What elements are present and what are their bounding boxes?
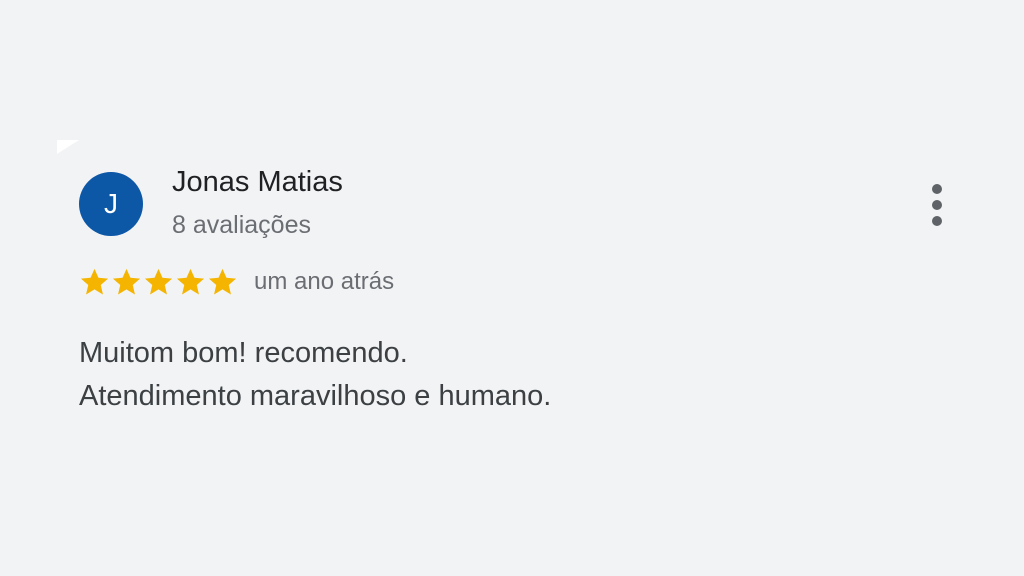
star-icon — [80, 268, 109, 295]
review-text: Muitom bom! recomendo. Atendimento marav… — [79, 332, 551, 418]
star-icon — [144, 268, 173, 295]
review-text-line: Muitom bom! recomendo. — [79, 337, 408, 369]
review-card: J Jonas Matias 8 avaliações um ano atrás… — [0, 0, 1024, 576]
review-text-line: Atendimento maravilhoso e humano. — [79, 380, 552, 412]
star-icon — [176, 268, 205, 295]
star-icon — [208, 268, 237, 295]
review-count: 8 avaliações — [172, 211, 311, 239]
menu-dot — [932, 200, 942, 210]
menu-dot — [932, 184, 942, 194]
review-date: um ano atrás — [254, 268, 395, 295]
star-rating — [79, 266, 238, 298]
reviewer-name[interactable]: Jonas Matias — [172, 166, 343, 199]
menu-dot — [932, 216, 942, 226]
more-options-button[interactable] — [920, 182, 954, 228]
star-icon — [112, 268, 141, 295]
avatar[interactable]: J — [79, 172, 143, 236]
